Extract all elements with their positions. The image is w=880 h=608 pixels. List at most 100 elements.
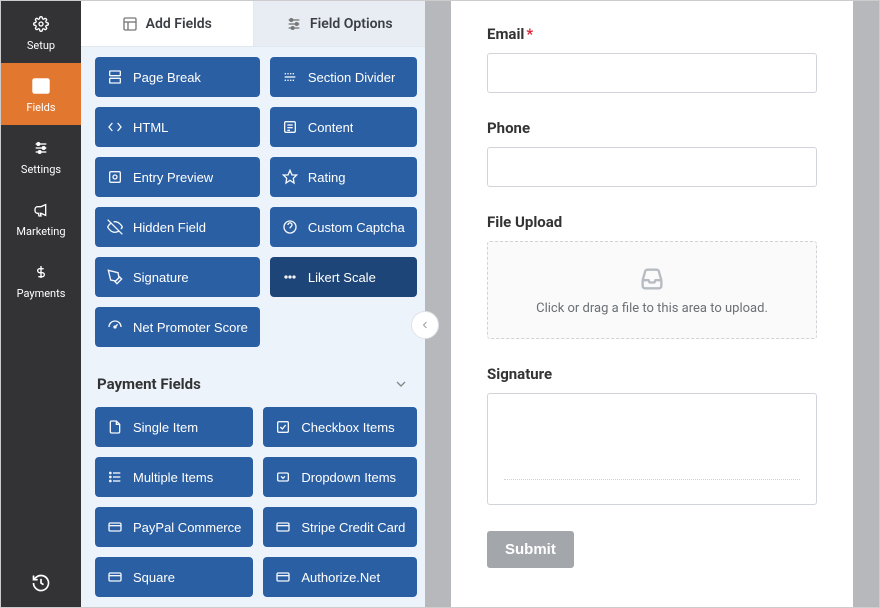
field-rating[interactable]: Rating — [270, 157, 417, 197]
dots-icon — [282, 269, 298, 285]
list-icon — [107, 469, 123, 485]
panel-tabs: Add Fields Field Options — [81, 1, 425, 47]
nav-label: Settings — [21, 163, 61, 176]
star-icon — [282, 169, 298, 185]
section-payment-header[interactable]: Payment Fields — [95, 365, 411, 407]
field-label: Checkbox Items — [301, 420, 394, 435]
nav-marketing[interactable]: Marketing — [1, 187, 81, 249]
field-label: Phone — [487, 119, 817, 137]
field-label: Custom Captcha — [308, 220, 405, 235]
field-authorize-net[interactable]: Authorize.Net — [263, 557, 417, 597]
field-label: Hidden Field — [133, 220, 206, 235]
field-page-break[interactable]: Page Break — [95, 57, 260, 97]
card-icon — [275, 519, 291, 535]
field-label: Email* — [487, 25, 817, 43]
question-icon — [282, 219, 298, 235]
phone-input[interactable] — [487, 147, 817, 187]
field-phone: Phone — [487, 119, 817, 187]
submit-button[interactable]: Submit — [487, 531, 574, 568]
field-grid-misc: Page Break Section Divider HTML Content Entr… — [95, 57, 411, 347]
sliders-icon — [286, 16, 302, 32]
card-icon — [107, 569, 123, 585]
gauge-icon — [107, 319, 123, 335]
form-icon — [30, 75, 52, 97]
field-label: Square — [133, 570, 175, 585]
field-content[interactable]: Content — [270, 107, 417, 147]
collapse-panel-button[interactable] — [411, 311, 439, 339]
field-hidden-field[interactable]: Hidden Field — [95, 207, 260, 247]
divider-icon — [282, 69, 298, 85]
field-html[interactable]: HTML — [95, 107, 260, 147]
dollar-icon — [30, 261, 52, 283]
nav-fields[interactable]: Fields — [1, 63, 81, 125]
field-label: Likert Scale — [308, 270, 376, 285]
nav-settings[interactable]: Settings — [1, 125, 81, 187]
field-likert-scale[interactable]: Likert Scale — [270, 257, 417, 297]
field-label: Stripe Credit Card — [301, 520, 405, 535]
sliders-icon — [30, 137, 52, 159]
field-label: HTML — [133, 120, 168, 135]
field-single-item[interactable]: Single Item — [95, 407, 253, 447]
field-stripe-credit-card[interactable]: Stripe Credit Card — [263, 507, 417, 547]
nav-label: Setup — [27, 39, 55, 52]
section-title: Payment Fields — [97, 375, 201, 393]
field-label: Multiple Items — [133, 470, 213, 485]
field-grid-payment: Single Item Checkbox Items Multiple Items D… — [95, 407, 411, 607]
field-dropdown-items[interactable]: Dropdown Items — [263, 457, 417, 497]
field-label: Signature — [487, 365, 817, 383]
field-label: File Upload — [487, 213, 817, 231]
page-break-icon — [107, 69, 123, 85]
field-label: Page Break — [133, 70, 201, 85]
nav-label: Fields — [26, 101, 55, 114]
signature-pad[interactable] — [487, 393, 817, 505]
file-icon — [107, 419, 123, 435]
eye-off-icon — [107, 219, 123, 235]
upload-hint: Click or drag a file to this area to upl… — [536, 301, 768, 316]
field-label: Content — [308, 120, 354, 135]
pen-icon — [107, 269, 123, 285]
field-multiple-items[interactable]: Multiple Items — [95, 457, 253, 497]
field-section-divider[interactable]: Section Divider — [270, 57, 417, 97]
tab-field-options[interactable]: Field Options — [254, 1, 426, 46]
chevron-down-icon — [393, 376, 409, 392]
field-label: Net Promoter Score — [133, 320, 248, 335]
history-button[interactable] — [1, 559, 81, 607]
field-custom-captcha[interactable]: Custom Captcha — [270, 207, 417, 247]
field-label: Authorize.Net — [301, 570, 380, 585]
tab-add-fields[interactable]: Add Fields — [81, 1, 254, 46]
field-label: PayPal Commerce — [133, 520, 241, 535]
fields-panel: Add Fields Field Options Page Break Secti… — [81, 1, 425, 607]
field-file-upload: File Upload Click or drag a file to this… — [487, 213, 817, 339]
nav-payments[interactable]: Payments — [1, 249, 81, 311]
field-label: Dropdown Items — [301, 470, 396, 485]
fields-scroll[interactable]: Page Break Section Divider HTML Content Entr… — [81, 47, 425, 607]
field-checkbox-items[interactable]: Checkbox Items — [263, 407, 417, 447]
inbox-icon — [638, 265, 666, 293]
field-email: Email* — [487, 25, 817, 93]
field-net-promoter-score[interactable]: Net Promoter Score — [95, 307, 260, 347]
upload-dropzone[interactable]: Click or drag a file to this area to upl… — [487, 241, 817, 339]
field-label: Single Item — [133, 420, 198, 435]
field-signature: Signature — [487, 365, 817, 505]
check-square-icon — [275, 419, 291, 435]
preview-gutter — [853, 1, 879, 607]
field-paypal-commerce[interactable]: PayPal Commerce — [95, 507, 253, 547]
card-icon — [275, 569, 291, 585]
nav-label: Marketing — [16, 225, 65, 238]
preview-gutter — [425, 1, 451, 607]
field-square[interactable]: Square — [95, 557, 253, 597]
field-label: Section Divider — [308, 70, 395, 85]
field-signature[interactable]: Signature — [95, 257, 260, 297]
field-label: Entry Preview — [133, 170, 213, 185]
required-indicator: * — [526, 25, 533, 43]
email-input[interactable] — [487, 53, 817, 93]
content-icon — [282, 119, 298, 135]
tab-label: Add Fields — [146, 16, 212, 32]
history-icon — [31, 573, 51, 593]
code-icon — [107, 119, 123, 135]
preview-icon — [107, 169, 123, 185]
nav-setup[interactable]: Setup — [1, 1, 81, 63]
field-entry-preview[interactable]: Entry Preview — [95, 157, 260, 197]
bullhorn-icon — [30, 199, 52, 221]
tab-label: Field Options — [310, 16, 393, 32]
